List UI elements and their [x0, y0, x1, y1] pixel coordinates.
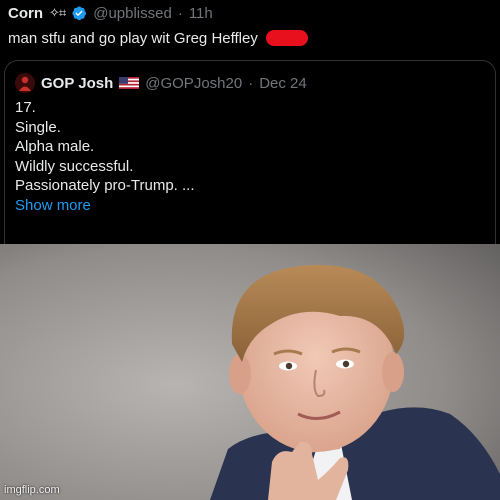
quoted-tweet-body: 17. Single. Alpha male. Wildly successfu…: [15, 98, 195, 215]
reply-tweet-header: Corn ✧⌗ @upblissed · 11h: [8, 3, 213, 23]
meme-screenshot: Corn ✧⌗ @upblissed · 11h man stfu and go…: [0, 0, 500, 500]
verified-badge-icon: [71, 5, 87, 21]
show-more-link[interactable]: Show more: [15, 196, 195, 216]
quoted-display-name[interactable]: GOP Josh: [41, 75, 113, 92]
gop-avatar-icon[interactable]: [15, 73, 35, 93]
quoted-separator: ·: [248, 74, 254, 92]
reply-text: man stfu and go play wit Greg Heffley: [8, 29, 258, 47]
quoted-line: 17.: [15, 99, 36, 116]
reply-separator: ·: [177, 4, 183, 22]
portrait-illustration: [0, 244, 500, 500]
reply-body: man stfu and go play wit Greg Heffley: [8, 28, 308, 48]
quoted-handle[interactable]: @GOPJosh20: [145, 75, 242, 92]
quoted-line: Single.: [15, 118, 61, 136]
quoted-line: Alpha male.: [15, 138, 95, 155]
portrait-photo[interactable]: imgflip.com: [0, 244, 500, 500]
reply-display-name[interactable]: Corn: [8, 5, 43, 22]
reply-timestamp[interactable]: 11h: [189, 5, 213, 22]
quoted-line: Wildly successful.: [15, 157, 134, 175]
reply-handle[interactable]: @upblissed: [93, 5, 172, 22]
imgflip-watermark: imgflip.com: [4, 484, 60, 496]
red-censored-emoji-icon: [265, 30, 308, 46]
quoted-date[interactable]: Dec 24: [259, 75, 307, 92]
quoted-tweet-card[interactable]: GOP Josh @GOPJosh20 · Dec 24 17. Single.…: [4, 60, 496, 245]
quoted-line: Passionately pro-Trump. ...: [15, 177, 195, 194]
reply-tweet[interactable]: Corn ✧⌗ @upblissed · 11h man stfu and go…: [0, 0, 500, 60]
quoted-tweet-header: GOP Josh @GOPJosh20 · Dec 24: [15, 72, 307, 94]
us-flag-icon: [119, 77, 140, 89]
name-decoration: ✧⌗: [49, 5, 66, 20]
